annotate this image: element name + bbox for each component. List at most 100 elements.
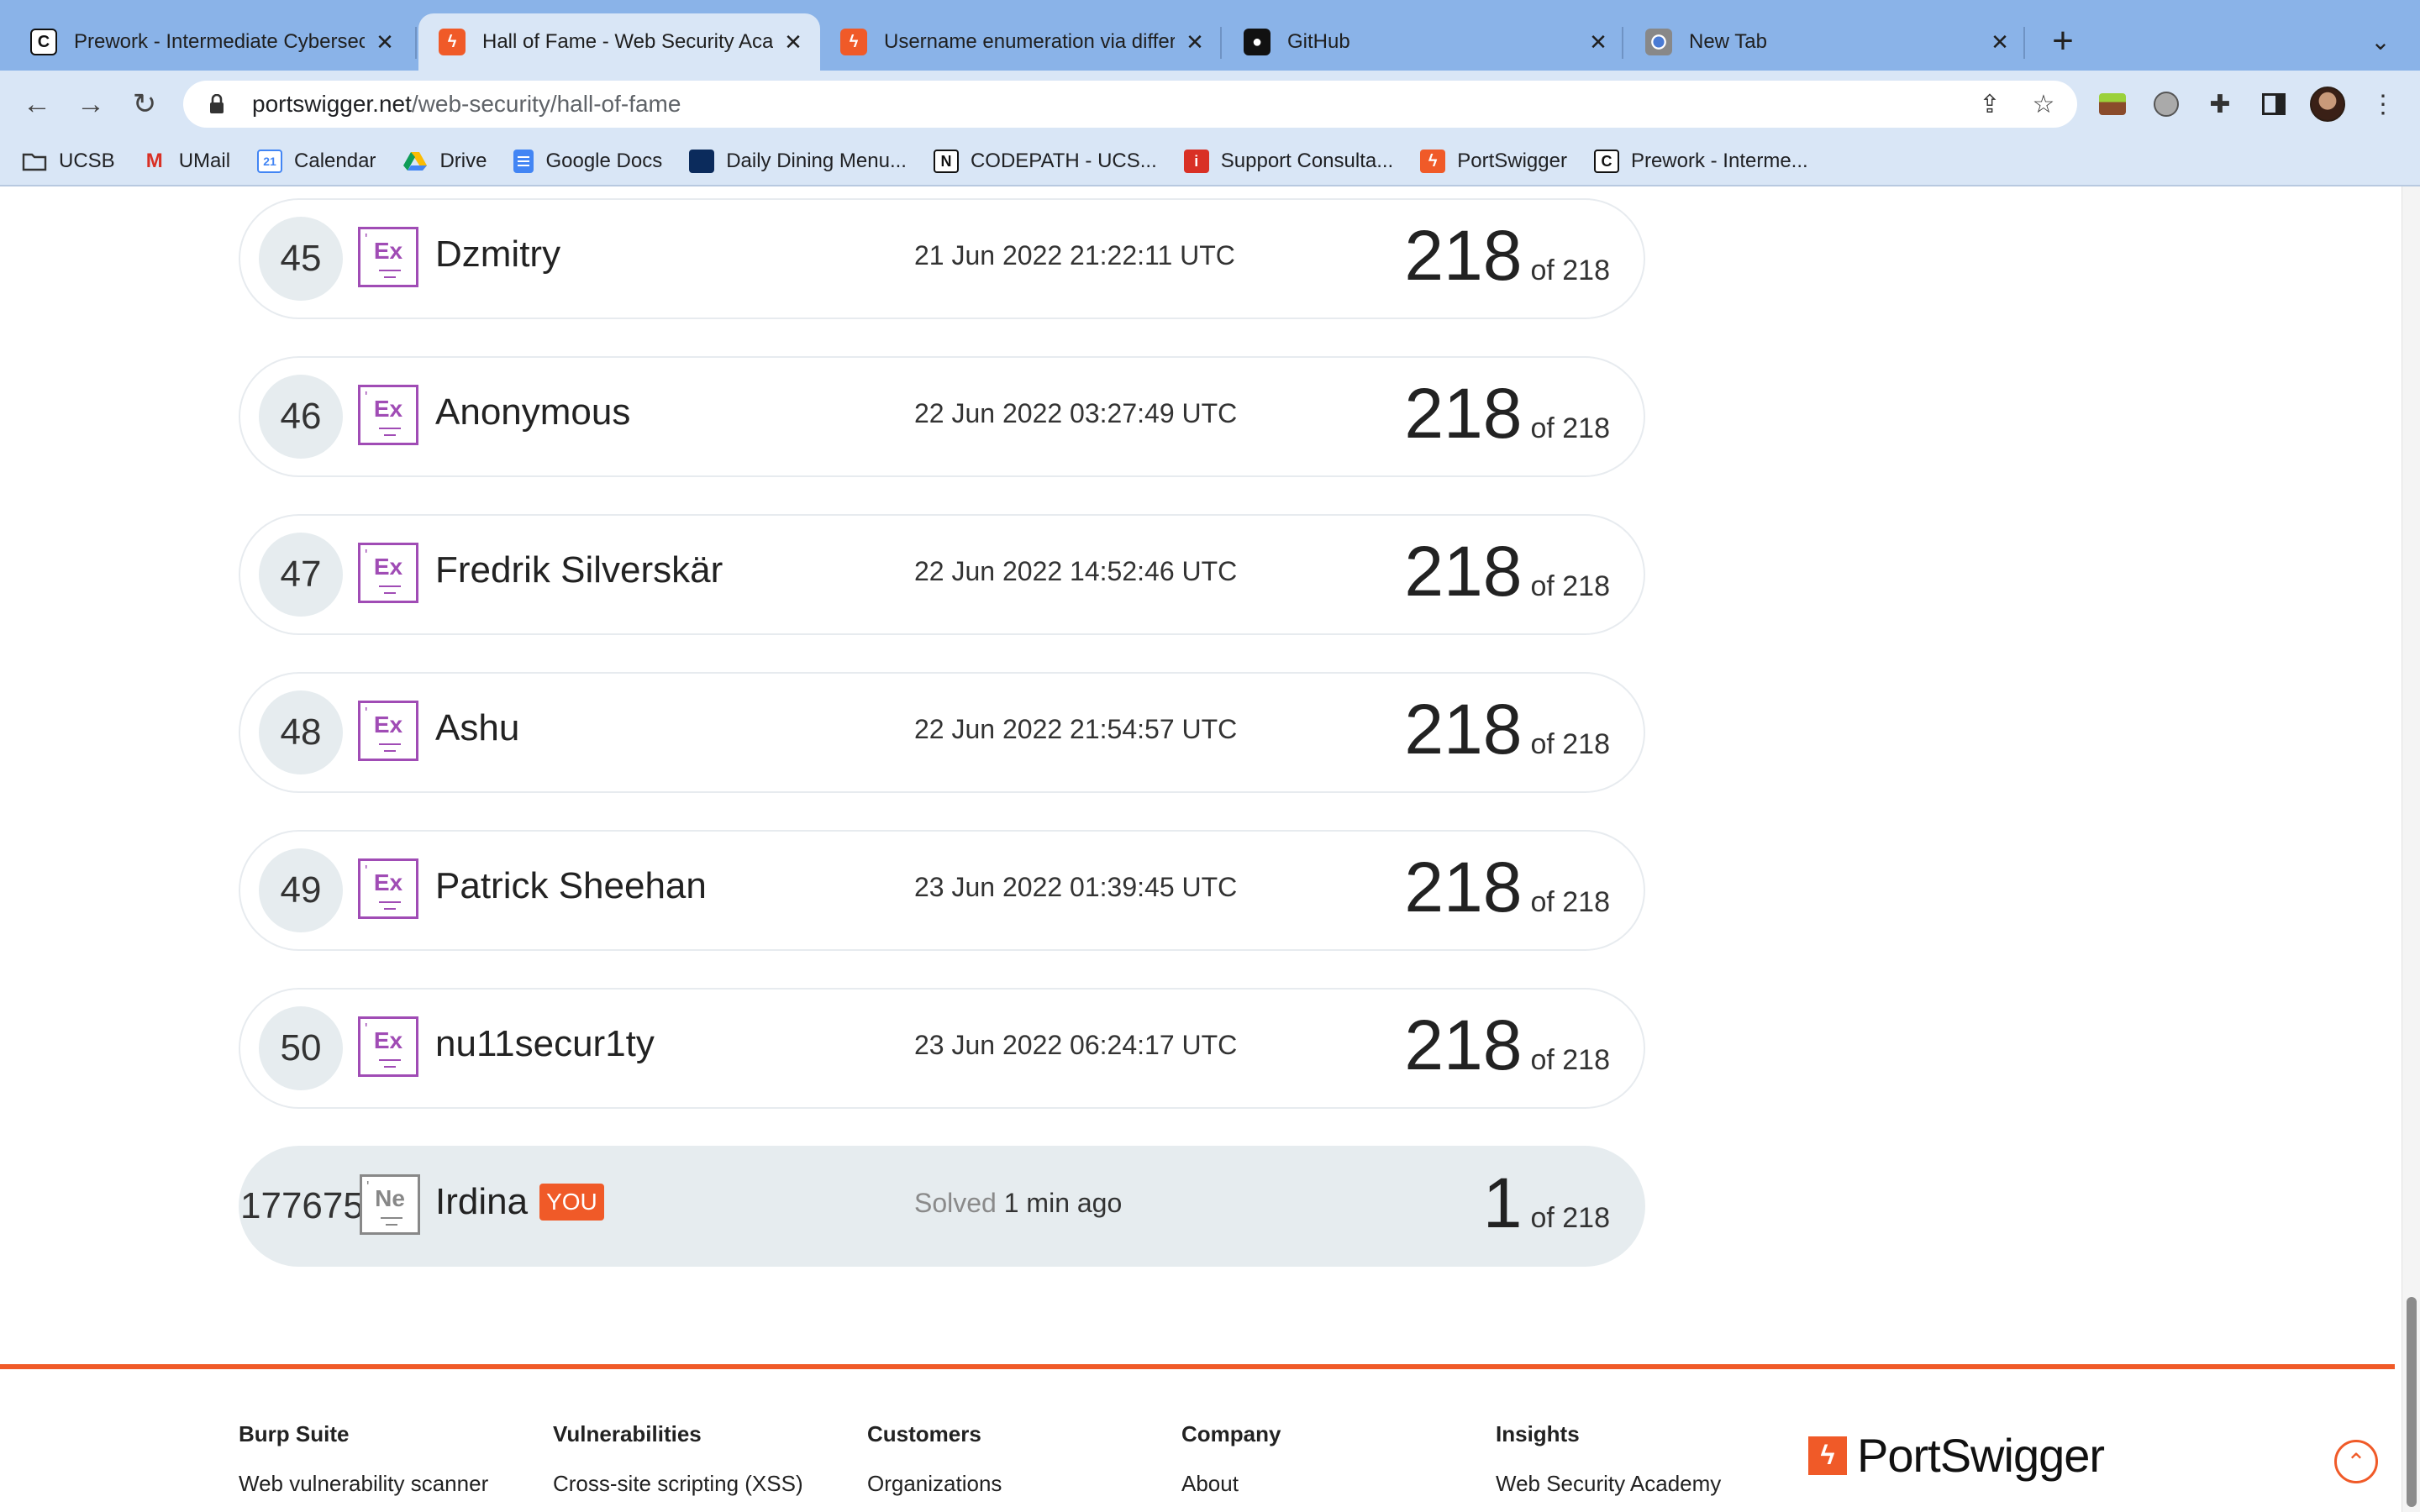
share-icon[interactable]: ⇪ bbox=[1975, 89, 2005, 119]
tab-hall-of-fame[interactable]: ϟ Hall of Fame - Web Security Academy ✕ bbox=[418, 13, 820, 71]
bookmark-prework[interactable]: C Prework - Interme... bbox=[1593, 150, 1808, 173]
rank-number: 48 bbox=[259, 690, 343, 774]
footer-link[interactable]: Web vulnerability scanner bbox=[239, 1471, 488, 1497]
portswigger-icon: ϟ bbox=[1808, 1436, 1847, 1475]
you-badge: YOU bbox=[539, 1184, 604, 1221]
username: Fredrik Silverskär bbox=[435, 549, 723, 591]
close-icon[interactable]: ✕ bbox=[371, 29, 398, 55]
username-text: Irdina bbox=[435, 1181, 529, 1222]
rank-number: 50 bbox=[259, 1006, 343, 1090]
back-to-top-button[interactable]: ⌃ bbox=[2334, 1440, 2378, 1483]
expert-badge-icon: ' Ex bbox=[358, 543, 418, 603]
scrollbar-thumb[interactable] bbox=[2407, 1297, 2417, 1507]
badge-symbol: Ex bbox=[373, 869, 403, 895]
badge-line bbox=[384, 434, 396, 436]
footer-link[interactable]: Web Security Academy bbox=[1496, 1471, 1721, 1497]
tab-title: Hall of Fame - Web Security Academy bbox=[482, 30, 773, 53]
rank-number: 47 bbox=[259, 533, 343, 617]
address-bar[interactable]: portswigger.net/web-security/hall-of-fam… bbox=[183, 81, 2077, 128]
rank-number: 46 bbox=[259, 375, 343, 459]
score: 218 of 218 bbox=[1404, 373, 1610, 454]
reload-button[interactable]: ↻ bbox=[124, 84, 165, 124]
bookmark-support-consulting[interactable]: i Support Consulta... bbox=[1183, 150, 1393, 173]
bookmark-ucsb[interactable]: UCSB bbox=[22, 150, 115, 173]
close-icon[interactable]: ✕ bbox=[1986, 29, 2013, 55]
score: 218 of 218 bbox=[1404, 847, 1610, 928]
tab-username-enumeration[interactable]: ϟ Username enumeration via different res… bbox=[820, 13, 1222, 71]
footer-link[interactable]: Cross-site scripting (XSS) bbox=[553, 1471, 803, 1497]
calendar-icon: 21 bbox=[257, 150, 283, 173]
bookmark-label: Daily Dining Menu... bbox=[726, 150, 907, 172]
footer-link[interactable]: About bbox=[1181, 1471, 1281, 1497]
close-icon[interactable]: ✕ bbox=[1585, 29, 1612, 55]
new-tab-button[interactable]: + bbox=[2042, 20, 2084, 62]
bookmark-label: CODEPATH - UCS... bbox=[970, 150, 1157, 172]
footer-column-vulnerabilities: Vulnerabilities Cross-site scripting (XS… bbox=[553, 1421, 803, 1497]
star-icon[interactable]: ☆ bbox=[2028, 89, 2059, 119]
tab-separator bbox=[1220, 27, 1222, 59]
bookmark-calendar[interactable]: 21 Calendar bbox=[257, 150, 376, 173]
leaderboard-row: 48 ' Ex Ashu 22 Jun 2022 21:54:57 UTC 218… bbox=[239, 672, 1645, 793]
drive-icon bbox=[402, 150, 428, 173]
close-icon[interactable]: ✕ bbox=[1181, 29, 1208, 55]
badge-line bbox=[379, 428, 401, 429]
bookmark-drive[interactable]: Drive bbox=[402, 150, 487, 173]
badge-symbol: Ex bbox=[373, 396, 403, 422]
tab-separator bbox=[2023, 27, 2025, 59]
portswigger-icon: ϟ bbox=[439, 29, 466, 55]
username-text: Anonymous bbox=[435, 391, 631, 433]
rank-number: 45 bbox=[259, 217, 343, 301]
bookmark-portswigger[interactable]: ϟ PortSwigger bbox=[1420, 150, 1567, 173]
badge-symbol: Ex bbox=[373, 238, 403, 264]
badge-line bbox=[384, 908, 396, 910]
puzzle-icon[interactable]: ✚ bbox=[2202, 86, 2238, 123]
kebab-menu-icon[interactable]: ⋮ bbox=[2365, 86, 2402, 123]
badge-line bbox=[386, 1224, 397, 1226]
tab-prework[interactable]: C Prework - Intermediate Cybersecurity ✕ bbox=[10, 13, 412, 71]
bookmark-umail[interactable]: M UMail bbox=[142, 150, 230, 173]
score-value: 218 bbox=[1404, 1005, 1523, 1084]
footer-divider bbox=[0, 1364, 2395, 1369]
chevron-down-icon: ⌄ bbox=[2370, 28, 2391, 55]
completion-date: 21 Jun 2022 21:22:11 UTC bbox=[914, 240, 1235, 270]
extension-icon[interactable] bbox=[2094, 86, 2131, 123]
lock-icon bbox=[200, 94, 234, 114]
chevron-up-icon: ⌃ bbox=[2346, 1448, 2366, 1475]
footer-link[interactable]: Organizations bbox=[867, 1471, 1002, 1497]
codepath-icon: C bbox=[1593, 150, 1619, 173]
solved-label: Solved bbox=[914, 1188, 997, 1218]
github-icon: ● bbox=[1244, 29, 1270, 55]
page-scrollbar[interactable] bbox=[2402, 186, 2420, 1512]
expert-badge-icon: ' Ex bbox=[358, 701, 418, 761]
tab-separator bbox=[415, 27, 417, 59]
bookmark-codepath-notion[interactable]: N CODEPATH - UCS... bbox=[933, 150, 1157, 173]
tab-github[interactable]: ● GitHub ✕ bbox=[1223, 13, 1625, 71]
footer-heading: Vulnerabilities bbox=[553, 1421, 702, 1446]
bookmarks-bar: UCSB M UMail 21 Calendar Drive Google Do… bbox=[0, 138, 2420, 186]
bookmark-daily-dining[interactable]: Daily Dining Menu... bbox=[689, 150, 907, 173]
folder-icon bbox=[22, 150, 47, 173]
bookmark-label: UMail bbox=[178, 150, 231, 172]
score: 1 of 218 bbox=[1483, 1163, 1610, 1244]
avatar bbox=[2310, 87, 2345, 122]
completion-date: 22 Jun 2022 21:54:57 UTC bbox=[914, 714, 1238, 744]
gmail-icon: M bbox=[145, 150, 163, 172]
extension-image bbox=[2099, 93, 2126, 115]
tab-new-tab[interactable]: New Tab ✕ bbox=[1625, 13, 2027, 71]
tab-search-button[interactable]: ⌄ bbox=[2360, 20, 2402, 62]
close-icon[interactable]: ✕ bbox=[780, 29, 807, 55]
forward-button[interactable]: → bbox=[71, 84, 111, 124]
novice-badge-icon: ' Ne bbox=[360, 1174, 420, 1235]
username-text: Dzmitry bbox=[435, 234, 561, 275]
portswigger-icon: ϟ bbox=[1420, 150, 1446, 173]
back-button[interactable]: ← bbox=[17, 84, 57, 124]
rank-number: 177675 bbox=[240, 1185, 364, 1226]
profile-avatar[interactable] bbox=[2309, 86, 2346, 123]
tomato-image bbox=[2154, 92, 2179, 117]
extension-tomato-icon[interactable] bbox=[2148, 86, 2185, 123]
leaderboard-row: 50 ' Ex nu11secur1ty 23 Jun 2022 06:24:17… bbox=[239, 988, 1645, 1109]
portswigger-logo[interactable]: ϟ PortSwigger bbox=[1808, 1428, 2105, 1483]
bookmark-google-docs[interactable]: Google Docs bbox=[513, 150, 662, 173]
score-value: 218 bbox=[1404, 216, 1523, 295]
side-panel-icon[interactable] bbox=[2255, 86, 2292, 123]
